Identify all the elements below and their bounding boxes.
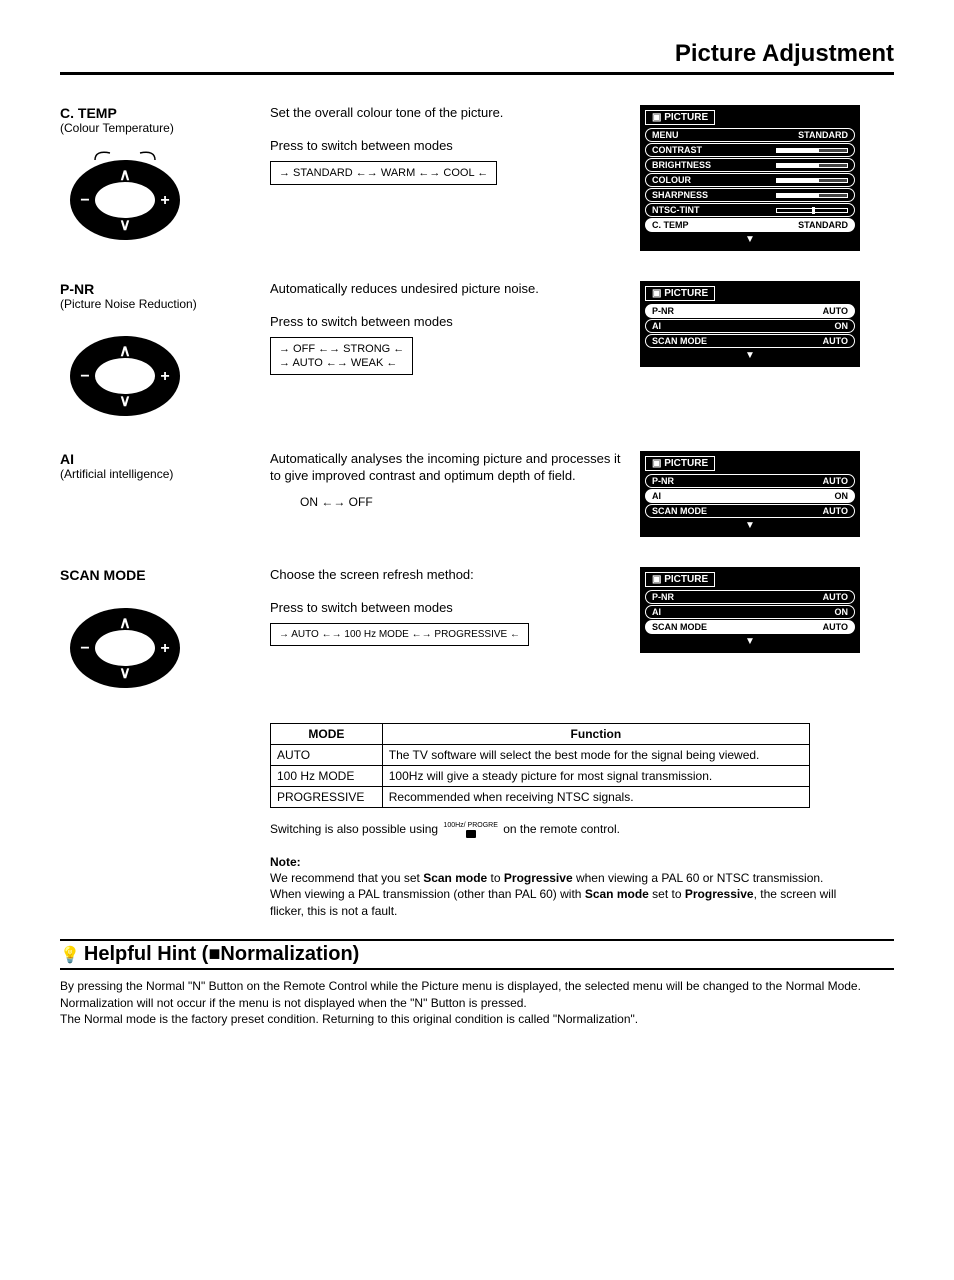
osd-row: AION [645,319,855,333]
svg-text:∧: ∧ [119,615,131,632]
svg-text:−: − [80,368,89,385]
table-row: PROGRESSIVERecommended when receiving NT… [271,787,810,808]
svg-text:∨: ∨ [119,393,131,410]
osd-ai: PICTURE P-NRAUTOAIONSCAN MODEAUTO ▼ [640,451,860,537]
osd-row: P-NRAUTO [645,304,855,318]
osd-row: SCAN MODEAUTO [645,620,855,634]
ctemp-press: Press to switch between modes [270,138,630,155]
osd-pnr: PICTURE P-NRAUTOAIONSCAN MODEAUTO ▼ [640,281,860,367]
ai-subtitle: (Artificial intelligence) [60,467,260,481]
section-scan: SCAN MODE ∧ ∨ − + Choose the screen refr… [60,567,894,693]
ai-desc: Automatically analyses the incoming pict… [270,451,630,485]
scan-desc: Choose the screen refresh method: [270,567,630,584]
osd-row: AION [645,605,855,619]
osd-title: PICTURE [645,456,715,471]
note-body: We recommend that you set Scan mode to P… [270,871,836,917]
scan-title: SCAN MODE [60,567,260,583]
dpad-icon: ∧ ∨ − + [60,321,190,421]
note-block: Note: We recommend that you set Scan mod… [270,854,850,919]
osd-down-arrow-icon: ▼ [645,635,855,648]
page-title: Picture Adjustment [60,40,894,75]
svg-text:−: − [80,192,89,209]
osd-row: CONTRAST [645,143,855,157]
osd-down-arrow-icon: ▼ [645,233,855,246]
mode-table: MODE Function AUTOThe TV software will s… [270,723,810,808]
table-header-mode: MODE [271,724,383,745]
osd-row: COLOUR [645,173,855,187]
dpad-icon: ∧ ∨ − + [60,593,190,693]
osd-row: NTSC-TINT [645,203,855,217]
pnr-press: Press to switch between modes [270,314,630,331]
osd-row: P-NRAUTO [645,590,855,604]
ai-title: AI [60,451,260,467]
section-pnr: P-NR (Picture Noise Reduction) ∧ ∨ − + A… [60,281,894,421]
svg-text:∧: ∧ [119,167,131,184]
svg-text:+: + [160,368,169,385]
osd-down-arrow-icon: ▼ [645,519,855,532]
osd-scan: PICTURE P-NRAUTOAIONSCAN MODEAUTO ▼ [640,567,860,653]
svg-text:+: + [160,192,169,209]
hint-title: Helpful Hint (■Normalization) [60,939,894,970]
pnr-desc: Automatically reduces undesired picture … [270,281,630,298]
table-row: AUTOThe TV software will select the best… [271,745,810,766]
osd-row: C. TEMPSTANDARD [645,218,855,232]
svg-text:+: + [160,640,169,657]
osd-row: P-NRAUTO [645,474,855,488]
dpad-icon: ∧ ∨ − + [60,145,190,245]
pnr-subtitle: (Picture Noise Reduction) [60,297,260,311]
pnr-title: P-NR [60,281,260,297]
svg-text:−: − [80,640,89,657]
ctemp-title: C. TEMP [60,105,260,121]
osd-row: SCAN MODEAUTO [645,334,855,348]
osd-row: MENUSTANDARD [645,128,855,142]
section-ai: AI (Artificial intelligence) Automatical… [60,451,894,537]
switching-note: Switching is also possible using 100Hz/ … [270,822,850,838]
osd-row: SCAN MODEAUTO [645,504,855,518]
svg-text:∧: ∧ [119,343,131,360]
ctemp-subtitle: (Colour Temperature) [60,121,260,135]
pnr-cycle: → OFF ←→ STRONG ← → AUTO ←→ WEAK ← [270,337,413,376]
osd-row: SHARPNESS [645,188,855,202]
osd-down-arrow-icon: ▼ [645,349,855,362]
osd-title: PICTURE [645,286,715,301]
osd-title: PICTURE [645,572,715,587]
hint-body: By pressing the Normal "N" Button on the… [60,978,894,1028]
osd-row: AION [645,489,855,503]
osd-ctemp: PICTURE MENUSTANDARDCONTRASTBRIGHTNESSCO… [640,105,860,251]
table-header-function: Function [382,724,809,745]
ai-cycle: ON ←→ OFF [300,495,630,511]
osd-title: PICTURE [645,110,715,125]
ctemp-cycle: → STANDARD ←→ WARM ←→ COOL ← [270,161,497,185]
section-ctemp: C. TEMP (Colour Temperature) ∧ ∨ − + Set… [60,105,894,251]
scan-press: Press to switch between modes [270,600,630,617]
table-row: 100 Hz MODE100Hz will give a steady pict… [271,766,810,787]
ctemp-desc: Set the overall colour tone of the pictu… [270,105,630,122]
svg-text:∨: ∨ [119,665,131,682]
remote-button-icon: 100Hz/ PROGRE [443,822,497,838]
svg-text:∨: ∨ [119,217,131,234]
osd-row: BRIGHTNESS [645,158,855,172]
scan-cycle: → AUTO ←→ 100 Hz MODE ←→ PROGRESSIVE ← [270,623,529,646]
